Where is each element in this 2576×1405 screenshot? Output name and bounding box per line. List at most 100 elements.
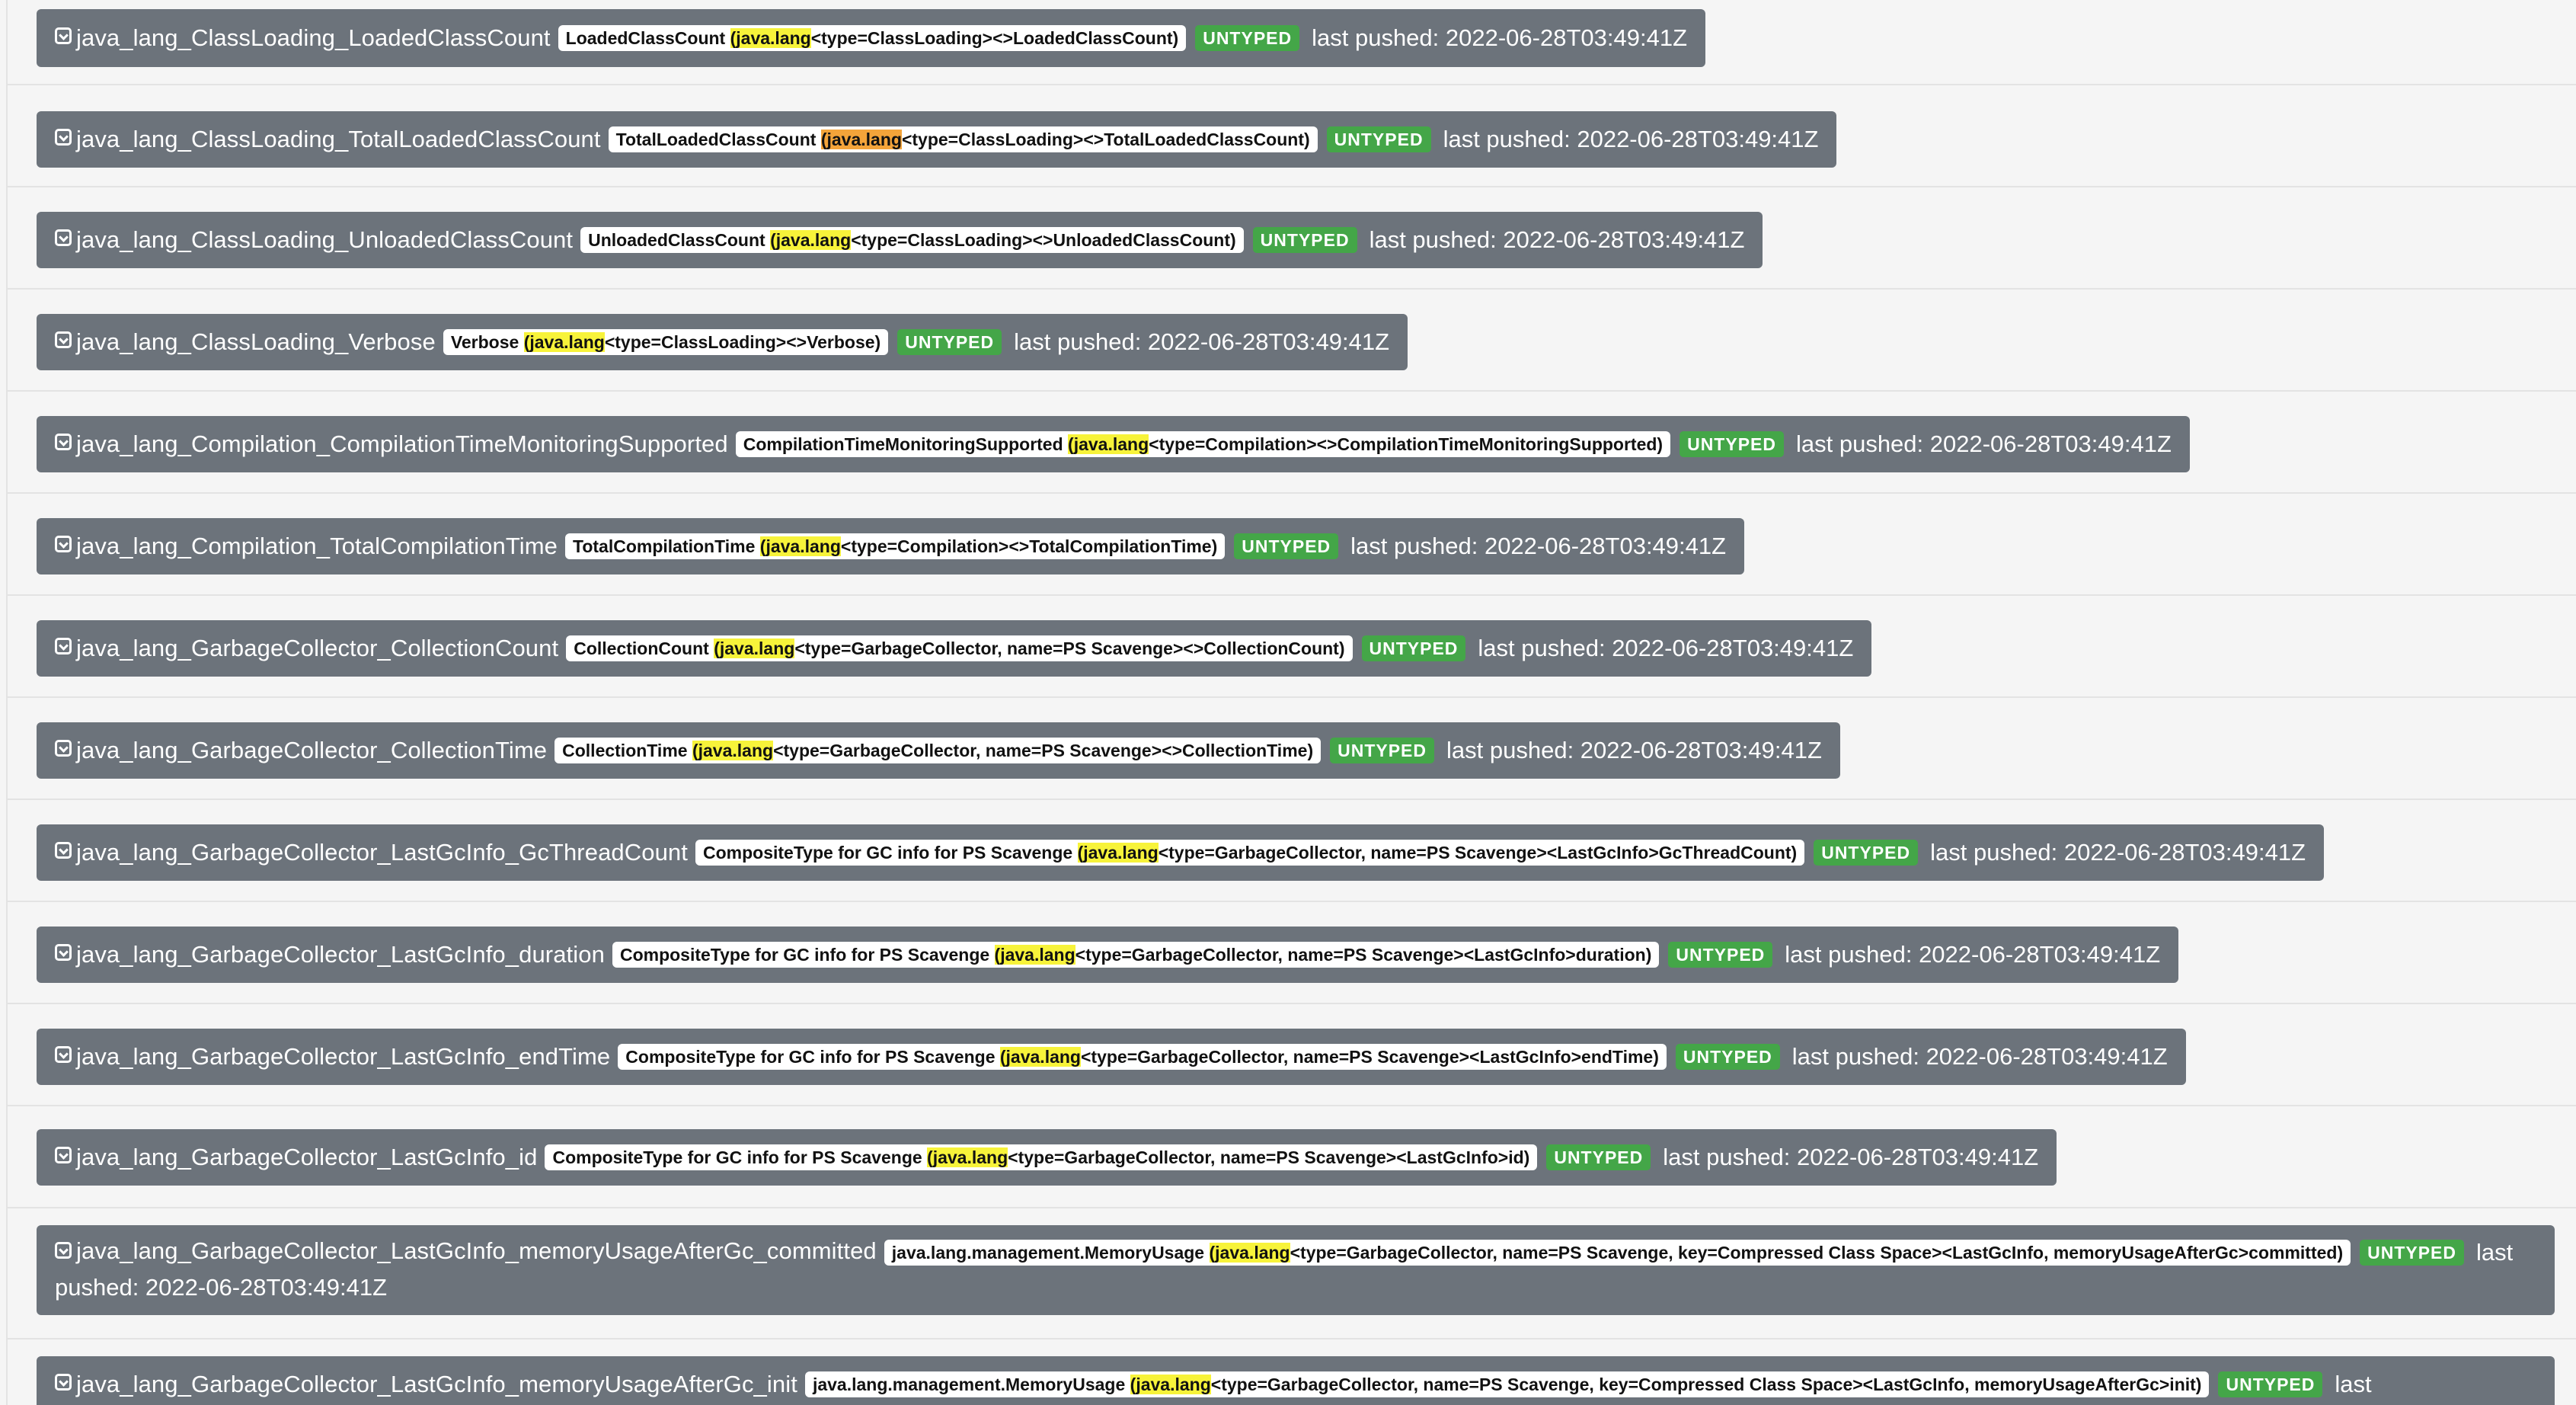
metric-type-badge: UNTYPED [897, 329, 1002, 355]
metric-help: java.lang.management.MemoryUsage (java.l… [884, 1239, 2351, 1266]
metric-type-badge: UNTYPED [1675, 1044, 1780, 1070]
expand-icon[interactable] [55, 129, 72, 146]
metric-name: java_lang_Compilation_TotalCompilationTi… [76, 533, 558, 559]
help-text: <type=ClassLoading><>LoadedClassCount) [810, 28, 1179, 48]
metric-name: java_lang_GarbageCollector_LastGcInfo_me… [76, 1371, 797, 1397]
last-pushed: last pushed: 2022-06-28T03:49:41Z [1443, 126, 1819, 152]
metric-name: java_lang_GarbageCollector_LastGcInfo_en… [76, 1043, 611, 1070]
search-highlight: (java.lang [994, 945, 1075, 965]
expand-icon[interactable] [55, 944, 72, 961]
help-text: LoadedClassCount [565, 28, 730, 48]
metric-name: java_lang_Compilation_CompilationTimeMon… [76, 430, 728, 457]
metric-header[interactable]: java_lang_GarbageCollector_LastGcInfo_en… [37, 1029, 2186, 1085]
metric-type-badge: UNTYPED [1546, 1144, 1651, 1170]
metric-help: java.lang.management.MemoryUsage (java.l… [804, 1371, 2210, 1397]
metric-header[interactable]: java_lang_GarbageCollector_CollectionTim… [37, 722, 1840, 779]
metric-name: java_lang_GarbageCollector_LastGcInfo_du… [76, 941, 605, 968]
help-text: <type=GarbageCollector, name=PS Scavenge… [773, 741, 1314, 760]
metric-help: TotalLoadedClassCount (java.lang<type=Cl… [608, 126, 1318, 152]
metric-type-badge: UNTYPED [2218, 1371, 2323, 1397]
expand-icon[interactable] [55, 1374, 72, 1391]
metric-header[interactable]: java_lang_ClassLoading_UnloadedClassCoun… [37, 212, 1763, 268]
help-text: CollectionCount [574, 638, 714, 658]
help-text: <type=GarbageCollector, name=PS Scavenge… [1075, 945, 1652, 965]
help-text: <type=GarbageCollector, name=PS Scavenge… [1290, 1242, 2344, 1263]
expand-icon[interactable] [55, 1147, 72, 1163]
metric-header[interactable]: java_lang_GarbageCollector_LastGcInfo_id… [37, 1129, 2057, 1186]
expand-icon[interactable] [55, 331, 72, 348]
metric-name: java_lang_GarbageCollector_LastGcInfo_Gc… [76, 839, 688, 866]
metric-name: java_lang_ClassLoading_Verbose [76, 328, 436, 355]
metric-name: java_lang_GarbageCollector_LastGcInfo_id [76, 1144, 538, 1170]
list-item: java_lang_Compilation_TotalCompilationTi… [8, 494, 2576, 596]
search-highlight: (java.lang [730, 28, 811, 48]
search-highlight-current: (java.lang [820, 130, 902, 149]
search-highlight: (java.lang [999, 1047, 1081, 1067]
help-text: Verbose [450, 332, 524, 352]
list-item: java_lang_GarbageCollector_LastGcInfo_en… [8, 1004, 2576, 1106]
expand-icon[interactable] [55, 842, 72, 859]
help-text: CompositeType for GC info for PS Scaveng… [552, 1147, 928, 1167]
search-highlight: (java.lang [1077, 843, 1159, 863]
search-highlight: (java.lang [1068, 434, 1149, 454]
last-pushed: last [2335, 1371, 2372, 1397]
last-pushed: last pushed: 2022-06-28T03:49:41Z [1014, 328, 1390, 355]
expand-icon[interactable] [55, 536, 72, 552]
metric-help: CompositeType for GC info for PS Scaveng… [545, 1144, 1538, 1170]
list-item: java_lang_ClassLoading_UnloadedClassCoun… [8, 187, 2576, 290]
metric-help: CompilationTimeMonitoringSupported (java… [735, 431, 1671, 457]
search-highlight: (java.lang [927, 1147, 1008, 1167]
list-item: java_lang_GarbageCollector_CollectionTim… [8, 698, 2576, 800]
metric-header[interactable]: java_lang_GarbageCollector_LastGcInfo_Gc… [37, 824, 2325, 881]
help-text: CompositeType for GC info for PS Scaveng… [619, 945, 995, 965]
last-pushed: last pushed: 2022-06-28T03:49:41Z [1350, 533, 1727, 559]
metric-header[interactable]: java_lang_ClassLoading_TotalLoadedClassC… [37, 111, 1837, 168]
help-text: CompositeType for GC info for PS Scaveng… [625, 1047, 1000, 1067]
expand-icon[interactable] [55, 434, 72, 450]
expand-icon[interactable] [55, 229, 72, 246]
expand-icon[interactable] [55, 740, 72, 757]
help-text: <type=ClassLoading><>UnloadedClassCount) [851, 230, 1236, 250]
last-pushed: last pushed: 2022-06-28T03:49:41Z [1785, 941, 2161, 968]
help-text: TotalLoadedClassCount [615, 130, 821, 149]
help-text: UnloadedClassCount [588, 230, 771, 250]
last-pushed: last pushed: 2022-06-28T03:49:41Z [1369, 226, 1745, 253]
metric-header[interactable]: java_lang_Compilation_TotalCompilationTi… [37, 518, 1745, 574]
metric-help: TotalCompilationTime (java.lang<type=Com… [565, 533, 1226, 559]
metric-header[interactable]: java_lang_GarbageCollector_CollectionCou… [37, 620, 1872, 677]
last-pushed: last pushed: 2022-06-28T03:49:41Z [1795, 430, 2172, 457]
expand-icon[interactable] [55, 1046, 72, 1063]
metric-header[interactable]: java_lang_ClassLoading_LoadedClassCount … [37, 9, 1706, 67]
metric-header[interactable]: java_lang_GarbageCollector_LastGcInfo_du… [37, 927, 2179, 983]
metric-name: java_lang_ClassLoading_LoadedClassCount [76, 24, 551, 51]
search-highlight: (java.lang [714, 638, 795, 658]
expand-icon[interactable] [55, 1241, 72, 1259]
search-highlight: (java.lang [523, 332, 605, 352]
metric-type-badge: UNTYPED [1252, 227, 1357, 253]
metric-help: CompositeType for GC info for PS Scaveng… [695, 840, 1805, 866]
expand-icon[interactable] [55, 638, 72, 654]
list-item: java_lang_GarbageCollector_LastGcInfo_du… [8, 902, 2576, 1004]
help-text: TotalCompilationTime [573, 536, 760, 556]
metric-header[interactable]: java_lang_ClassLoading_Verbose Verbose (… [37, 314, 1408, 370]
metric-name: java_lang_ClassLoading_TotalLoadedClassC… [76, 126, 601, 152]
metric-type-badge: UNTYPED [1330, 738, 1435, 763]
metric-name: java_lang_GarbageCollector_CollectionTim… [76, 737, 548, 763]
metric-header[interactable]: java_lang_GarbageCollector_LastGcInfo_me… [37, 1225, 2555, 1315]
search-highlight: (java.lang [759, 536, 841, 556]
list-item: java_lang_ClassLoading_LoadedClassCount … [8, 0, 2576, 85]
metric-help: CollectionTime (java.lang<type=GarbageCo… [555, 738, 1322, 763]
metric-type-badge: UNTYPED [1680, 431, 1784, 457]
help-text: CollectionTime [562, 741, 692, 760]
metric-type-badge: UNTYPED [1668, 942, 1773, 968]
metric-type-badge: UNTYPED [1195, 25, 1300, 51]
metric-help: CompositeType for GC info for PS Scaveng… [612, 942, 1660, 968]
metric-help: UnloadedClassCount (java.lang<type=Class… [580, 227, 1244, 253]
metric-header[interactable]: java_lang_GarbageCollector_LastGcInfo_me… [37, 1356, 2555, 1405]
expand-icon[interactable] [55, 27, 72, 44]
search-highlight: (java.lang [1209, 1242, 1290, 1263]
last-pushed: last pushed: 2022-06-28T03:49:41Z [1312, 24, 1688, 51]
metric-header[interactable]: java_lang_Compilation_CompilationTimeMon… [37, 416, 2190, 472]
metric-type-badge: UNTYPED [1814, 840, 1919, 866]
help-text: <type=Compilation><>TotalCompilationTime… [840, 536, 1218, 556]
